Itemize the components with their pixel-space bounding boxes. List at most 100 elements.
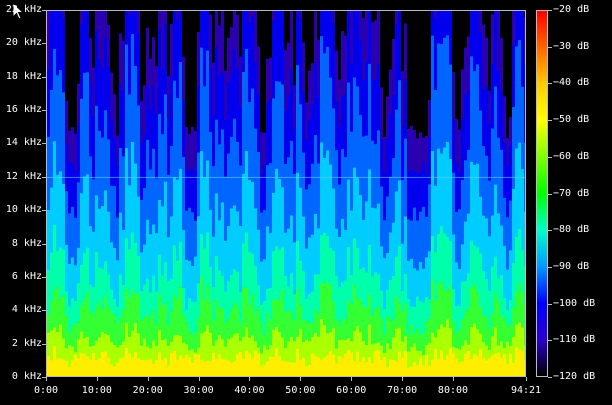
freq-tick xyxy=(42,10,46,11)
spectrogram-column xyxy=(431,11,434,376)
spectrogram-band xyxy=(440,350,443,376)
spectrogram-band xyxy=(491,355,494,376)
db-tick-label: −80 dB xyxy=(553,224,590,236)
time-tick-label: 40:00 xyxy=(234,385,265,396)
time-tick-label: 30:00 xyxy=(183,385,214,396)
spectrogram-column xyxy=(281,11,284,376)
spectrogram-band xyxy=(185,354,188,376)
spectrogram-band xyxy=(305,366,308,376)
time-tick-label: 50:00 xyxy=(285,385,316,396)
spectrogram-column xyxy=(341,31,344,376)
spectrogram-band xyxy=(371,363,374,376)
spectrogram-column xyxy=(227,37,230,376)
spectrogram-band xyxy=(353,361,356,376)
spectrogram-band xyxy=(236,354,239,376)
spectrogram-band xyxy=(182,357,185,376)
db-tick-label: −60 dB xyxy=(553,150,590,162)
db-tick-label: −90 dB xyxy=(553,260,590,272)
spectrogram-band xyxy=(152,364,155,376)
db-tick xyxy=(548,157,552,158)
spectrogram-band xyxy=(212,352,215,376)
spectrogram-band xyxy=(68,366,71,376)
spectrogram-band xyxy=(206,360,209,376)
spectrogram-band xyxy=(326,355,329,376)
spectrogram-band xyxy=(407,367,410,376)
spectrogram-column xyxy=(389,69,392,376)
freq-tick-label: 14 kHz xyxy=(5,137,42,149)
spectrogram-column xyxy=(248,11,251,376)
freq-tick-label: 22 kHz xyxy=(5,4,42,15)
time-tick xyxy=(148,377,149,381)
time-tick xyxy=(300,377,301,381)
time-tick-label: 94:21 xyxy=(510,385,542,396)
spectrogram-column xyxy=(377,11,380,376)
spectrogram-band xyxy=(128,353,131,376)
spectrogram-column xyxy=(383,136,386,376)
db-tick xyxy=(548,377,552,378)
spectrogram-column xyxy=(380,87,383,376)
spectrogram-column xyxy=(290,11,293,376)
spectrogram-column xyxy=(131,11,134,376)
db-tick-label: −30 dB xyxy=(553,40,590,52)
spectrogram-column xyxy=(299,11,302,376)
spectrogram-column xyxy=(182,56,185,376)
db-tick-label: −70 dB xyxy=(553,187,590,199)
spectrogram-column xyxy=(236,14,239,376)
spectrogram-band xyxy=(248,353,251,376)
spectrogram-band xyxy=(500,358,503,376)
spectrogram-column xyxy=(98,11,101,376)
spectrogram-column xyxy=(233,11,236,376)
spectrogram-column xyxy=(239,56,242,376)
spectrogram-column xyxy=(200,11,203,376)
spectrogram-band xyxy=(56,358,59,376)
freq-tick xyxy=(42,244,46,245)
spectrogram-column xyxy=(143,85,146,376)
spectrogram-column xyxy=(482,24,485,376)
spectrogram-band xyxy=(461,361,464,376)
freq-tick-label: 12 kHz xyxy=(5,170,42,182)
spectrogram-band xyxy=(239,352,242,376)
spectrogram-band xyxy=(485,360,488,376)
spectrogram-column xyxy=(479,11,482,376)
spectrogram-column xyxy=(356,11,359,376)
spectrogram-band xyxy=(437,359,440,376)
spectrogram-column xyxy=(467,36,470,376)
spectrogram-column xyxy=(488,90,491,376)
spectrogram-band xyxy=(95,360,98,376)
spectrogram-column xyxy=(305,102,308,376)
spectrogram-column xyxy=(203,11,206,376)
spectrogram-column xyxy=(320,11,323,376)
spectrogram-band xyxy=(323,357,326,376)
spectrogram-band xyxy=(314,355,317,376)
spectrogram-column xyxy=(404,23,407,376)
spectrogram-band xyxy=(176,359,179,376)
spectrogram-band xyxy=(377,350,380,376)
db-tick xyxy=(548,304,552,305)
spectrogram-band xyxy=(65,360,68,376)
spectrogram-column xyxy=(497,11,500,376)
spectrogram-column xyxy=(416,138,419,376)
cutoff-line xyxy=(47,176,525,178)
spectrogram-column xyxy=(443,11,446,376)
freq-tick-label: 6 kHz xyxy=(11,270,42,282)
spectrogram-column xyxy=(362,17,365,376)
spectrogram-column xyxy=(170,24,173,376)
spectrogram-band xyxy=(83,354,86,376)
freq-tick-label: 10 kHz xyxy=(5,204,42,216)
spectrogram-column xyxy=(473,11,476,376)
spectrogram-band xyxy=(263,364,266,376)
spectrogram-band xyxy=(89,359,92,376)
spectrogram-plot[interactable] xyxy=(46,10,526,377)
spectrogram-column xyxy=(395,11,398,376)
spectrogram-band xyxy=(431,359,434,376)
spectrogram-column xyxy=(419,132,422,376)
spectrogram-band xyxy=(476,355,479,376)
spectrogram-column xyxy=(149,58,152,376)
spectrogram-band xyxy=(479,349,482,376)
spectrogram-column xyxy=(257,46,260,376)
spectrogram-column xyxy=(137,11,140,376)
spectrogram-column xyxy=(116,135,119,376)
spectrogram-band xyxy=(458,362,461,376)
spectrogram-column xyxy=(197,32,200,376)
spectrogram-band xyxy=(233,361,236,376)
